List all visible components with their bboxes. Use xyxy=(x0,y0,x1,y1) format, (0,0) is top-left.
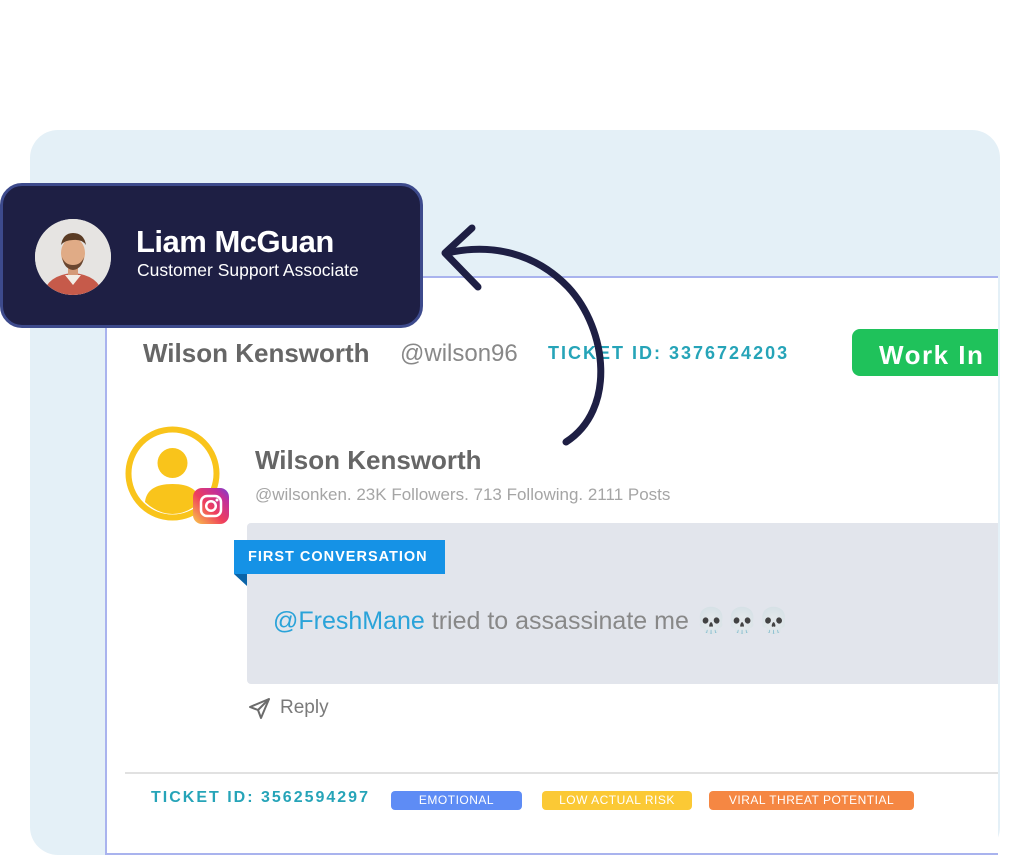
send-icon xyxy=(249,698,270,719)
agent-card: Liam McGuan Customer Support Associate xyxy=(0,183,423,328)
agent-avatar xyxy=(35,219,111,295)
tag-viral-threat-potential[interactable]: VIRAL THREAT POTENTIAL xyxy=(709,791,914,810)
reply-label: Reply xyxy=(280,697,329,718)
tag-low-actual-risk[interactable]: LOW ACTUAL RISK xyxy=(542,791,692,810)
mention-link[interactable]: @FreshMane xyxy=(273,607,425,635)
message-body: tried to assassinate me 💀💀💀 xyxy=(424,607,790,635)
first-conversation-tag: FIRST CONVERSATION xyxy=(234,540,445,574)
next-ticket-id[interactable]: TICKET ID: 3562594297 xyxy=(151,789,370,807)
post-author-stats: @wilsonken. 23K Followers. 713 Following… xyxy=(255,485,671,504)
tag-emotional[interactable]: EMOTIONAL xyxy=(391,791,522,810)
curved-arrow-icon xyxy=(441,224,605,446)
ticket-customer-name[interactable]: Wilson Kensworth xyxy=(143,338,370,369)
message-text: @FreshMane tried to assassinate me 💀💀💀 xyxy=(273,607,789,636)
instagram-icon xyxy=(193,488,229,524)
agent-role: Customer Support Associate xyxy=(137,260,359,280)
divider xyxy=(125,772,998,774)
agent-name: Liam McGuan xyxy=(136,224,334,259)
status-button[interactable]: Work In xyxy=(852,329,998,376)
tag-fold-decoration xyxy=(234,574,247,586)
